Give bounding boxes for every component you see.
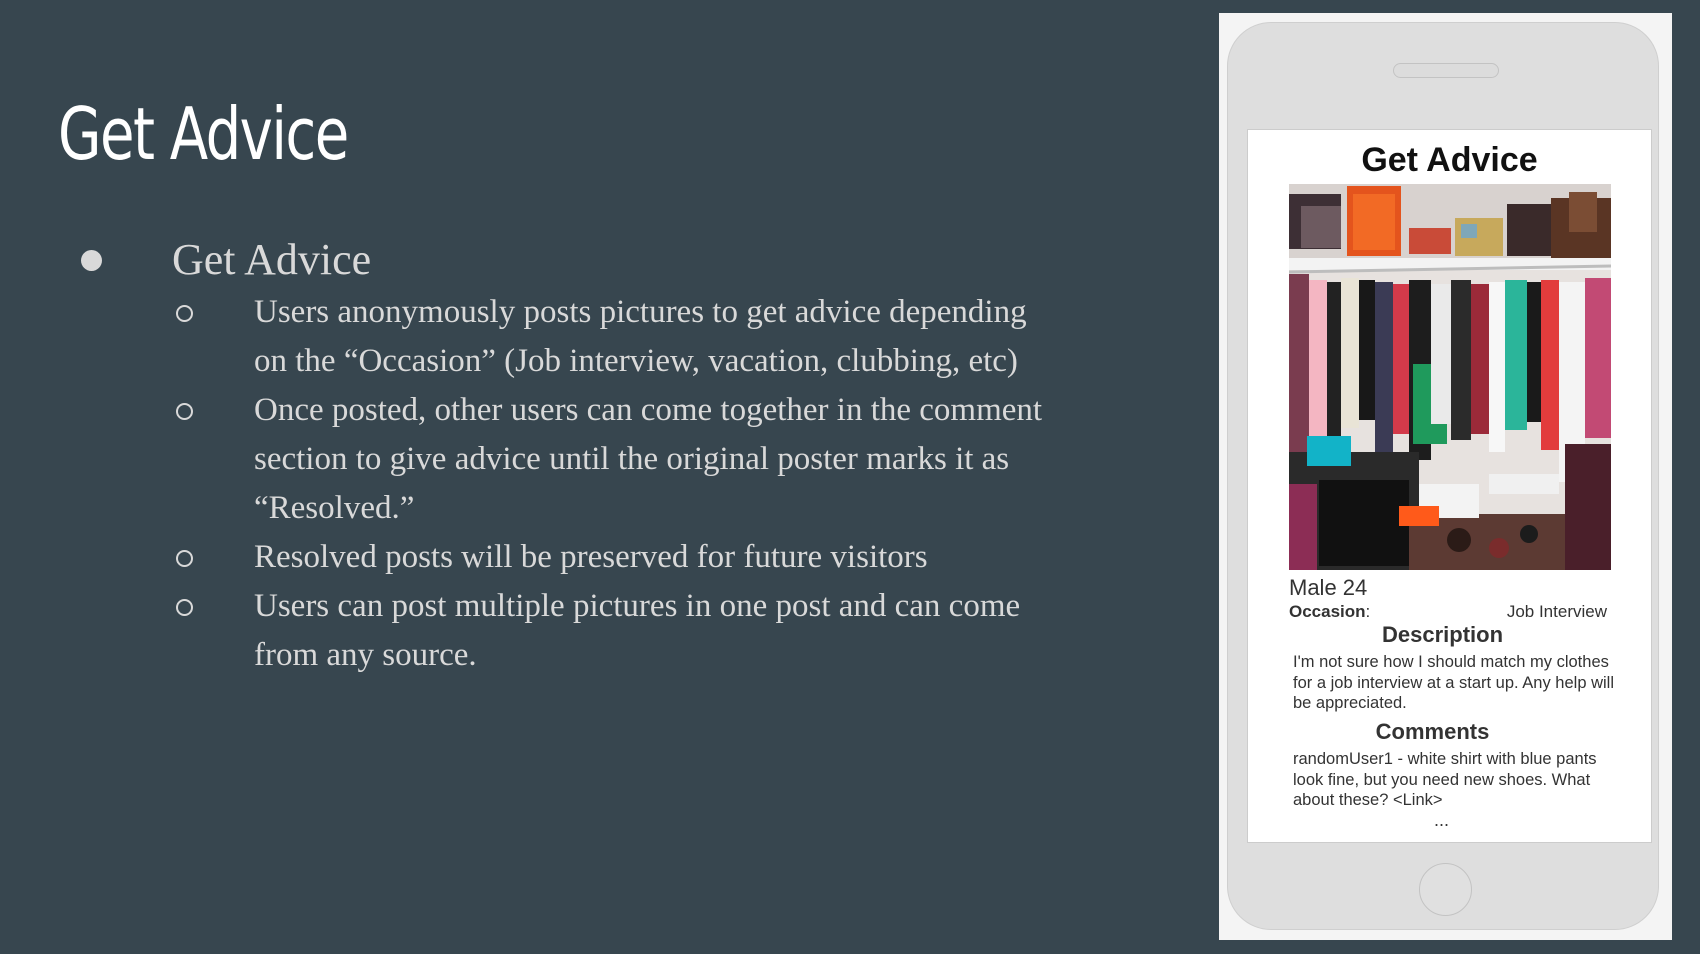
main-bullet: Get Advice (78, 232, 1078, 288)
occasion-row: Occasion: Job Interview (1289, 602, 1607, 622)
sub-bullet-list: Users anonymously posts pictures to get … (78, 288, 1078, 680)
comment-text: randomUser1 - white shirt with blue pant… (1293, 750, 1597, 809)
bullet-list: Get Advice Users anonymously posts pictu… (78, 232, 1078, 680)
screen-title: Get Advice (1361, 141, 1538, 179)
home-button-icon (1419, 863, 1472, 916)
closet-photo[interactable] (1289, 184, 1611, 570)
poster-info: Male 24 (1289, 575, 1368, 600)
description-title: Description (1381, 622, 1504, 647)
slide-title: Get Advice (58, 92, 349, 176)
phone-mockup-panel: Get Advice Male 24 Occasion: Job Intervi… (1219, 13, 1672, 940)
more-comments-ellipsis[interactable]: ... (1240, 810, 1643, 830)
sub-bullet-text: Users can post multiple pictures in one … (254, 588, 1021, 673)
sub-bullet-item: Resolved posts will be preserved for fut… (78, 533, 1078, 582)
sub-bullet-text: Once posted, other users can come togeth… (254, 392, 1043, 526)
bullet-dot-icon (81, 249, 102, 271)
sub-bullet-item: Users anonymously posts pictures to get … (78, 288, 1078, 386)
phone-speaker-icon (1393, 63, 1499, 78)
hollow-circle-bullet-icon (176, 305, 193, 322)
occasion-label: Occasion: (1289, 602, 1371, 621)
sub-bullet-text: Users anonymously posts pictures to get … (254, 294, 1027, 379)
sub-bullet-item: Users can post multiple pictures in one … (78, 582, 1078, 680)
occasion-value: Job Interview (1506, 602, 1607, 621)
hollow-circle-bullet-icon (176, 550, 193, 567)
sub-bullet-item: Once posted, other users can come togeth… (78, 386, 1078, 533)
description-text: I'm not sure how I should match my cloth… (1293, 653, 1614, 712)
sub-bullet-text: Resolved posts will be preserved for fut… (254, 539, 928, 575)
comments-title: Comments (1375, 719, 1490, 744)
hollow-circle-bullet-icon (176, 403, 193, 420)
main-bullet-label: Get Advice (172, 235, 372, 284)
phone-screen: Get Advice Male 24 Occasion: Job Intervi… (1247, 129, 1652, 843)
phone-body: Get Advice Male 24 Occasion: Job Intervi… (1227, 22, 1659, 930)
closet-photo-image (1289, 184, 1611, 570)
slide: Get Advice Get Advice Users anonymously … (0, 0, 1700, 954)
hollow-circle-bullet-icon (176, 599, 193, 616)
